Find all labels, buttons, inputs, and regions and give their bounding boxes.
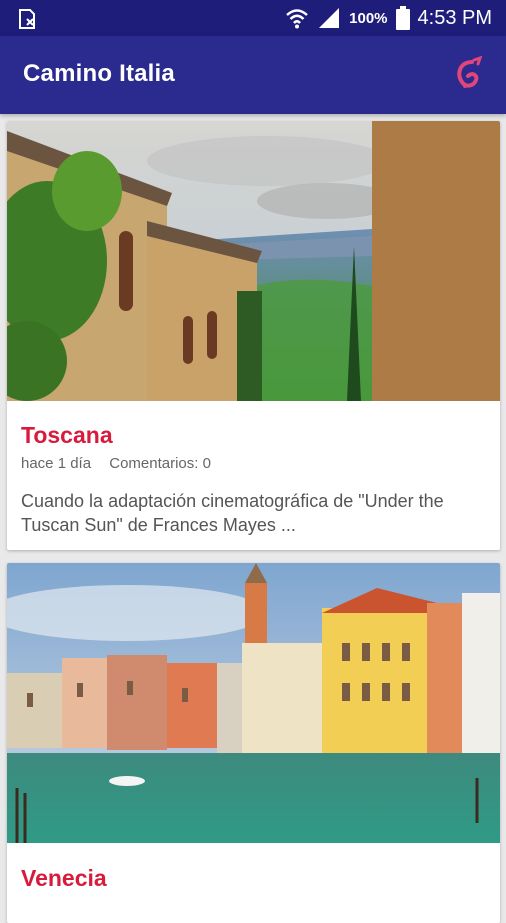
italy-logo-icon[interactable] bbox=[450, 56, 484, 94]
post-excerpt: Cuando la adaptación cinematográfica de … bbox=[21, 491, 444, 535]
venice-canal-photo[interactable] bbox=[7, 563, 500, 843]
tuscany-village-photo[interactable] bbox=[7, 121, 500, 401]
wifi-icon bbox=[286, 9, 308, 29]
post-card[interactable]: Venecia bbox=[7, 563, 500, 923]
status-bar: 100% 4:53 PM bbox=[0, 0, 506, 36]
post-title[interactable]: Venecia bbox=[21, 865, 107, 892]
battery-icon bbox=[395, 6, 410, 30]
post-meta: hace 1 día Comentarios: 0 bbox=[21, 455, 211, 472]
sd-card-icon bbox=[19, 9, 35, 29]
app-bar: Camino Italia bbox=[0, 36, 506, 114]
app-title: Camino Italia bbox=[23, 60, 175, 87]
post-time-ago: hace 1 día bbox=[21, 455, 92, 472]
signal-icon bbox=[319, 8, 340, 28]
clock: 4:53 PM bbox=[417, 6, 492, 29]
post-card[interactable]: Toscana hace 1 día Comentarios: 0 Cuando… bbox=[7, 121, 500, 550]
post-title[interactable]: Toscana bbox=[21, 422, 113, 449]
post-comments-count[interactable]: Comentarios: 0 bbox=[109, 455, 211, 472]
battery-percentage: 100% bbox=[349, 9, 388, 27]
